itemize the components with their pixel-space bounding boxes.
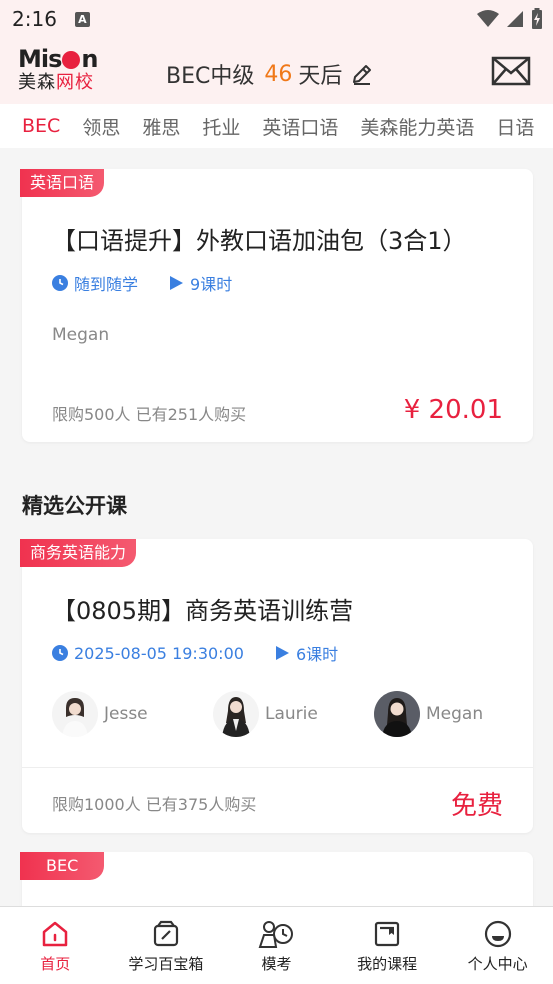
nav-toolbox[interactable]: 学习百宝箱 [111,907,222,984]
tab-ielts[interactable]: 雅思 [142,113,180,140]
teacher-name: Laurie [265,704,318,724]
nav-my-courses[interactable]: 我的课程 [332,907,443,984]
open-class-card[interactable]: 商务英语能力 【0805期】商务英语训练营 2025-08-05 19:30:0… [20,539,535,833]
status-time: 2:16 [12,7,57,31]
exam-name: BEC中级 [166,64,255,89]
play-icon [275,646,289,660]
teacher-name: Jesse [104,704,148,724]
play-icon [170,276,184,290]
open-class-lessons: 6课时 [295,645,339,664]
clock-icon [52,275,68,291]
nav-label: 学习百宝箱 [128,955,204,973]
nav-label: 首页 [40,955,71,973]
countdown-days: 46 [264,61,293,87]
course-card[interactable]: 英语口语 【口语提升】外教口语加油包（3合1） 随到随学 9课时 Megan 限… [20,169,533,442]
open-class-buy-info: 限购1000人 已有375人购买 [52,795,257,814]
my-courses-icon [374,921,400,947]
nav-mock-exam[interactable]: 模考 [221,907,332,984]
teacher-name: Megan [426,704,484,724]
mison-logo: Mis n 美森网校 [18,45,99,93]
course-buy-info: 限购500人 已有251人购买 [52,405,247,424]
exam-countdown[interactable]: BEC中级 46 天后 [166,58,374,90]
open-class-price: 免费 [450,791,503,821]
course-lessons: 9课时 [190,275,233,294]
course-price: ¥ 20.01 [403,395,503,425]
app-header: Mis n 美森网校 BEC中级 46 天后 [0,38,553,104]
nav-label: 模考 [261,955,292,973]
signal-icon [507,11,523,27]
home-icon [43,921,68,947]
divider [22,767,533,768]
tab-mison-ability-english[interactable]: 美森能力英语 [360,113,474,140]
mock-exam-icon [259,921,294,948]
teacher-list: Jesse Laurie Megan [52,691,535,737]
section-title: 精选公开课 [22,494,127,518]
open-class-title: 【0805期】商务英语训练营 [52,597,354,625]
course-tag: 英语口语 [20,169,105,197]
teacher-item: Laurie [213,691,374,737]
battery-icon [532,8,542,29]
teacher-item: Jesse [52,691,213,737]
mail-icon[interactable] [491,55,531,87]
tab-japanese[interactable]: 日语 [496,113,534,140]
open-class-meta: 2025-08-05 19:30:00 6课时 [52,641,368,665]
nav-label: 我的课程 [357,955,418,973]
course-time-label: 随到随学 [74,275,139,294]
status-bar: 2:16 A [0,0,553,38]
bottom-nav: 首页 学习百宝箱 模考 我的课程 个人中心 [0,906,553,984]
toolbox-icon [153,920,178,947]
open-class-tag: 商务英语能力 [20,539,137,567]
edit-icon[interactable] [350,62,374,86]
course-title: 【口语提升】外教口语加油包（3合1） [52,227,467,255]
nav-label: 个人中心 [467,955,528,973]
tab-bec[interactable]: BEC [22,115,60,137]
avatar [52,691,98,737]
course-teacher: Megan [52,325,110,345]
category-tabs: BEC 领思 雅思 托业 英语口语 美森能力英语 日语 [0,104,553,148]
status-icons [477,8,543,30]
course-meta: 随到随学 9课时 [52,271,262,295]
notification-a-icon: A [74,11,90,27]
tab-toeic[interactable]: 托业 [202,113,240,140]
profile-icon [484,920,511,948]
tab-linguaskill[interactable]: 领思 [82,113,120,140]
open-class-datetime: 2025-08-05 19:30:00 [74,643,244,663]
teacher-item: Megan [374,691,535,737]
wifi-icon [477,10,499,27]
avatar [213,691,259,737]
course-tag: BEC [20,852,105,880]
countdown-suffix: 天后 [298,64,343,89]
nav-home[interactable]: 首页 [0,907,111,984]
clock-icon [52,645,68,661]
avatar [374,691,420,737]
nav-profile[interactable]: 个人中心 [442,907,553,984]
tab-spoken-english[interactable]: 英语口语 [262,113,338,140]
